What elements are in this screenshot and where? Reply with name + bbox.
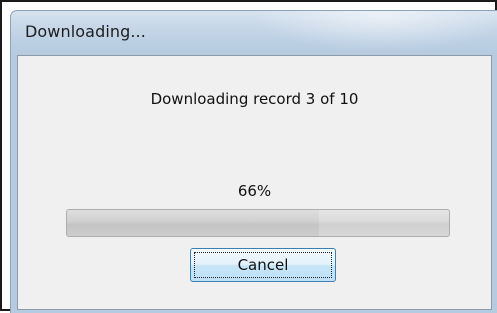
window-title: Downloading... bbox=[25, 22, 146, 41]
status-message: Downloading record 3 of 10 bbox=[150, 90, 359, 108]
screenshot-frame: Downloading... Downloading record 3 of 1… bbox=[0, 0, 497, 313]
download-dialog-window: Downloading... Downloading record 3 of 1… bbox=[10, 10, 497, 313]
dialog-client-area: Downloading record 3 of 10 66% Cancel bbox=[17, 55, 492, 310]
progress-bar-fill bbox=[67, 210, 320, 236]
progress-bar bbox=[66, 209, 450, 237]
progress-percent-label: 66% bbox=[237, 182, 272, 200]
cancel-button[interactable]: Cancel bbox=[190, 248, 336, 282]
title-bar-glow bbox=[251, 11, 497, 51]
cancel-button-label: Cancel bbox=[237, 256, 289, 274]
title-bar[interactable]: Downloading... bbox=[11, 11, 497, 55]
